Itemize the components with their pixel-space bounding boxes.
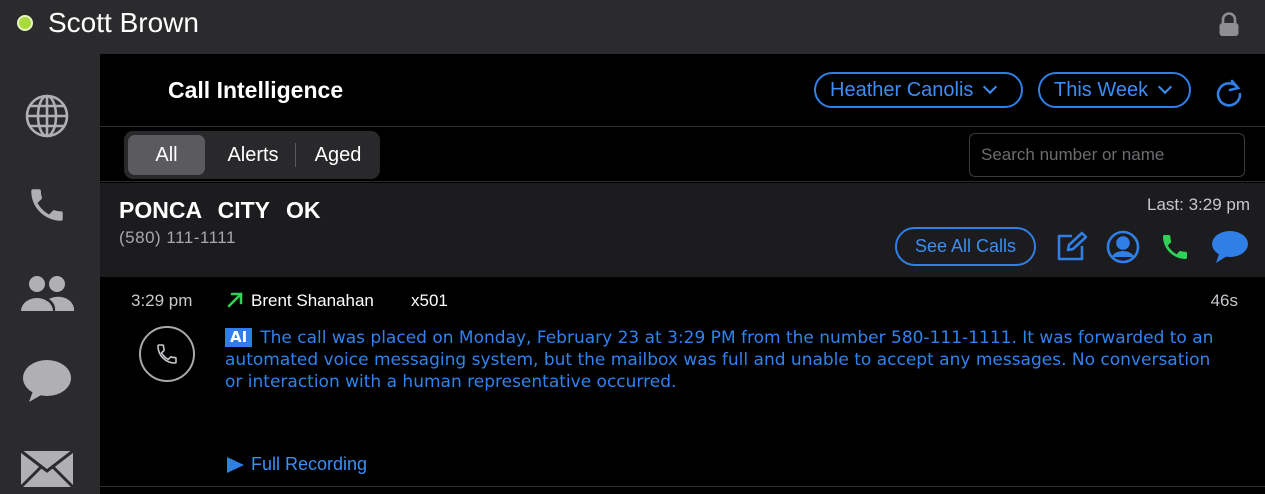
contact-name: PONCA CITY OK [119,197,321,223]
tab-all[interactable]: All [128,135,205,175]
call-list-item[interactable]: 3:29 pm Brent Shanahan x501 46s AI The ca… [100,277,1265,487]
chat-bubble-icon[interactable] [18,357,76,407]
full-recording-link[interactable]: Full Recording [227,454,367,475]
ai-summary-text: The call was placed on Monday, February … [225,328,1214,392]
ai-call-summary: AI The call was placed on Monday, Februar… [225,327,1225,393]
segment-divider [295,143,296,167]
mail-icon[interactable] [18,444,76,494]
edit-icon[interactable] [1053,229,1089,265]
ai-badge: AI [225,328,253,347]
top-bar: Scott Brown [0,0,1265,54]
lock-icon[interactable] [1216,12,1242,38]
outgoing-arrow-icon [227,292,243,308]
filter-bar: All Alerts Aged [100,128,1265,182]
refresh-icon[interactable] [1213,76,1245,108]
full-recording-label: Full Recording [251,454,368,474]
search-input[interactable] [969,133,1245,177]
page-title: Call Intelligence [168,77,344,103]
play-icon [227,456,244,473]
tab-alerts[interactable]: Alerts [212,135,294,175]
call-type-icon [139,326,195,382]
sidebar [0,54,100,494]
contact-icon[interactable] [1105,229,1141,265]
globe-icon[interactable] [18,91,76,141]
call-time: 3:29 pm [131,291,193,310]
people-icon[interactable] [18,269,76,319]
agent-filter-label: Heather Canolis [830,78,974,101]
agent-filter-dropdown[interactable]: Heather Canolis [814,72,1023,108]
page-header: Call Intelligence Heather Canolis This W… [100,54,1265,127]
chevron-down-icon [1158,79,1173,95]
call-extension: x501 [411,291,448,310]
presence-status-dot [17,15,33,31]
contact-phone: (580) 111-1111 [119,228,236,247]
phone-icon[interactable] [18,180,76,230]
message-icon[interactable] [1210,229,1250,265]
chevron-down-icon [983,79,998,95]
view-segmented-control: All Alerts Aged [124,131,380,179]
tab-aged[interactable]: Aged [298,135,378,175]
call-duration: 46s [1210,291,1238,310]
contact-header: PONCA CITY OK (580) 111-1111 Last: 3:29 … [100,183,1265,277]
period-filter-label: This Week [1054,78,1149,101]
main-panel: Call Intelligence Heather Canolis This W… [100,54,1265,494]
last-call-time: Last: 3:29 pm [1146,195,1250,214]
call-agent-name: Brent Shanahan [251,291,374,310]
see-all-calls-button[interactable]: See All Calls [895,227,1036,266]
period-filter-dropdown[interactable]: This Week [1038,72,1191,108]
call-icon[interactable] [1157,229,1193,265]
user-name: Scott Brown [48,7,199,38]
